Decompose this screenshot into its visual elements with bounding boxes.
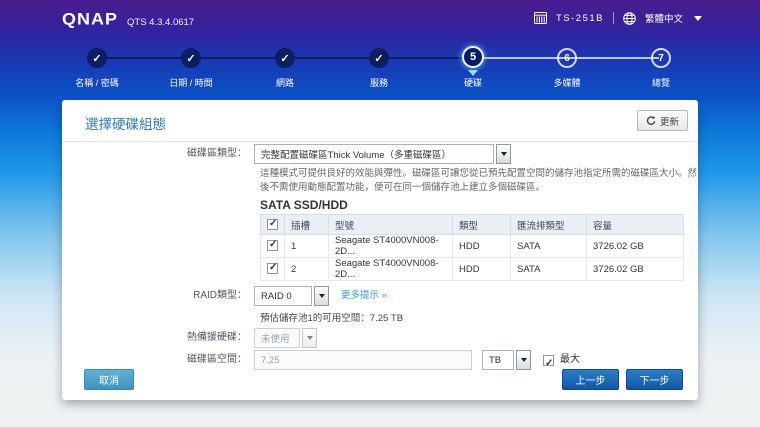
check-icon xyxy=(369,48,389,68)
hot-spare-label: 熱備援硬碟： xyxy=(62,328,254,348)
disk-configuration-panel: 選擇硬碟組態 更新 磁碟區類型： 完整配置磁碟區Thick Volume（多重磁… xyxy=(62,100,698,400)
raid-type-row: RAID類型： RAID 0 更多提示 » xyxy=(62,286,387,306)
step-number: 6 xyxy=(557,48,577,68)
column-capacity: 容量 xyxy=(587,215,684,235)
dropdown-arrow-icon[interactable] xyxy=(516,350,531,370)
column-bus-type: 匯流排類型 xyxy=(511,215,587,235)
cancel-button[interactable]: 取消 xyxy=(84,369,134,390)
volume-space-input[interactable] xyxy=(254,350,472,370)
check-icon xyxy=(275,48,295,68)
unit-select[interactable]: TB xyxy=(482,350,531,370)
active-step-pointer-icon xyxy=(468,70,478,76)
column-slot: 插槽 xyxy=(285,215,329,235)
device-name: TS-251B xyxy=(556,13,604,24)
volume-space-row: 磁碟區空間： TB 最大 xyxy=(62,350,580,370)
refresh-icon xyxy=(646,116,656,126)
table-row[interactable]: 2 Seagate ST4000VN008-2D... HDD SATA 372… xyxy=(261,258,684,281)
column-model: 型號 xyxy=(329,215,453,235)
step-disk-active[interactable]: 5 硬碟 xyxy=(438,46,508,89)
max-checkbox[interactable] xyxy=(543,355,554,366)
step-name-password[interactable]: 名稱 / 密碼 xyxy=(62,46,132,89)
language-selector[interactable]: 繁體中文 xyxy=(645,11,683,25)
qts-version: QTS 4.3.4.0617 xyxy=(127,17,194,28)
raid-type-select[interactable]: RAID 0 xyxy=(254,286,329,306)
pool-estimate-text: 預估儲存池1的可用空間：7.25 TB xyxy=(260,310,403,324)
setup-stepper: 名稱 / 密碼 日期 / 時間 網路 服務 5 硬碟 6 多媒體 7 總覽 xyxy=(62,46,696,88)
nas-device-icon xyxy=(534,12,547,24)
panel-header: 選擇硬碟組態 更新 xyxy=(62,100,698,142)
step-date-time[interactable]: 日期 / 時間 xyxy=(156,46,226,89)
dropdown-arrow-icon xyxy=(302,328,317,348)
dropdown-arrow-icon[interactable] xyxy=(496,144,511,164)
dropdown-arrow-icon[interactable] xyxy=(314,286,329,306)
qnap-logo: QNAP xyxy=(62,10,118,29)
volume-type-row: 磁碟區類型： 完整配置磁碟區Thick Volume（多重磁碟區） xyxy=(62,144,511,164)
disks-heading: SATA SSD/HDD xyxy=(260,198,348,212)
table-header-row: 插槽 型號 類型 匯流排類型 容量 xyxy=(261,215,684,235)
disk-checkbox[interactable] xyxy=(267,263,278,274)
volume-type-select[interactable]: 完整配置磁碟區Thick Volume（多重磁碟區） xyxy=(254,144,511,164)
volume-space-label: 磁碟區空間： xyxy=(62,350,254,370)
disk-table: 插槽 型號 類型 匯流排類型 容量 1 Seagate ST4000VN008-… xyxy=(260,214,684,281)
table-row[interactable]: 1 Seagate ST4000VN008-2D... HDD SATA 372… xyxy=(261,235,684,258)
step-network[interactable]: 網路 xyxy=(250,46,320,89)
hot-spare-select: 未使用 xyxy=(254,328,317,348)
step-number: 5 xyxy=(462,46,484,68)
volume-type-description: 這種模式可提供良好的效能與彈性。磁碟區可讓您從已預先配置空間的儲存池指定所需的磁… xyxy=(260,167,698,195)
raid-type-label: RAID類型： xyxy=(62,286,254,306)
more-hints-link[interactable]: 更多提示 » xyxy=(341,286,387,306)
select-all-checkbox[interactable] xyxy=(267,219,278,230)
disk-checkbox[interactable] xyxy=(267,240,278,251)
hot-spare-row: 熱備援硬碟： 未使用 xyxy=(62,328,317,348)
refresh-button[interactable]: 更新 xyxy=(637,110,688,131)
top-bar: QNAP QTS 4.3.4.0617 TS-251B 繁體中文 xyxy=(0,0,760,34)
max-label: 最大 xyxy=(560,350,580,370)
chevron-down-icon[interactable] xyxy=(694,16,702,21)
step-services[interactable]: 服務 xyxy=(344,46,414,89)
check-icon xyxy=(181,48,201,68)
step-number: 7 xyxy=(651,48,671,68)
step-multimedia[interactable]: 6 多媒體 xyxy=(532,46,602,89)
column-type: 類型 xyxy=(453,215,511,235)
brand: QNAP QTS 4.3.4.0617 xyxy=(62,9,194,30)
step-summary[interactable]: 7 總覽 xyxy=(626,46,696,89)
volume-type-label: 磁碟區類型： xyxy=(62,144,254,164)
check-icon xyxy=(87,48,107,68)
globe-icon xyxy=(623,12,636,25)
previous-step-button[interactable]: 上一步 xyxy=(562,369,619,390)
next-step-button[interactable]: 下一步 xyxy=(626,369,683,390)
page-title: 選擇硬碟組態 xyxy=(85,113,166,133)
divider xyxy=(613,12,614,24)
